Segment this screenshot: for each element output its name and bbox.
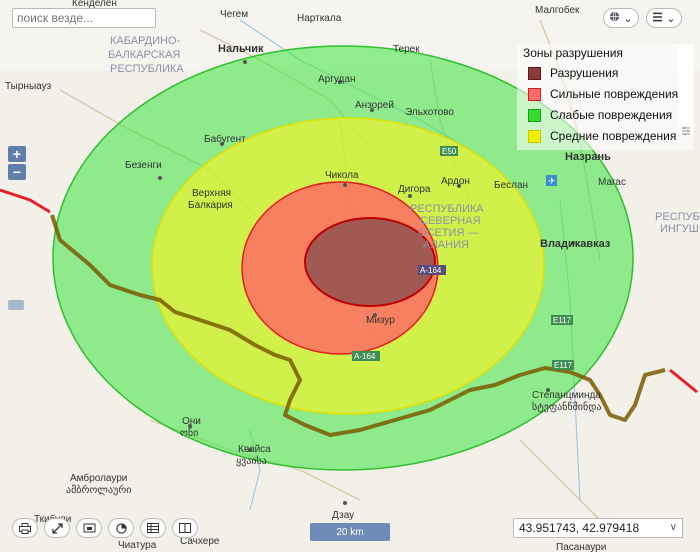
legend-swatch — [528, 129, 541, 143]
road-e117-south: E117 — [554, 361, 573, 370]
table-icon — [147, 523, 159, 533]
table-button[interactable] — [140, 518, 166, 538]
city-malgobek: Малгобек — [535, 4, 580, 16]
svg-text:✈: ✈ — [548, 177, 556, 187]
legend-item-weak: Слабые повреждения — [528, 106, 672, 124]
legend-label: Средние повреждения — [550, 129, 677, 143]
legend-item-destruction: Разрушения — [528, 64, 618, 82]
city-kvaisa-ka: ყვაისა — [236, 455, 267, 467]
side-panel-toggle[interactable] — [8, 300, 24, 310]
city-ambrolauri: Амбролаури — [70, 472, 127, 484]
pie-chart-icon — [115, 522, 127, 534]
city-terek: Терек — [393, 44, 420, 55]
scale-bar: 20 km — [310, 523, 390, 541]
legend-title: Зоны разрушения — [523, 46, 623, 60]
city-magas: Магас — [598, 177, 626, 188]
road-a164-south: A-164 — [354, 352, 376, 361]
screenshot-button[interactable] — [76, 518, 102, 538]
legend-swatch — [528, 87, 541, 101]
airport-icon: ✈ — [546, 175, 557, 187]
city-chegem: Чегем — [220, 9, 248, 20]
fullscreen-button[interactable] — [44, 518, 70, 538]
city-vladikavkaz: Владикавказ — [540, 238, 611, 250]
region-ingush-2: ИНГУШ — [660, 223, 699, 235]
city-vbalkaria-2: Балкария — [188, 200, 233, 211]
city-argudan: Аргудан — [318, 74, 355, 85]
region-ingush: РЕСПУБЛ — [655, 211, 700, 223]
bottom-toolbar — [12, 518, 198, 538]
split-icon — [179, 523, 191, 533]
zoom-out-button[interactable]: − — [8, 164, 26, 180]
legend-item-medium: Средние повреждения — [528, 127, 676, 145]
print-button[interactable] — [12, 518, 38, 538]
print-icon — [19, 522, 31, 534]
city-oni: Они — [182, 416, 201, 427]
city-vbalkaria: Верхняя — [192, 188, 231, 199]
city-digora: Дигора — [398, 184, 431, 195]
layers-menu-button[interactable]: ⌄ — [646, 8, 682, 28]
coordinates-select[interactable]: 43.951743, 42.979418 ∨ — [513, 518, 683, 538]
coordinates-value: 43.951743, 42.979418 — [519, 521, 640, 535]
city-tyrnyauz: Тырныауз — [5, 81, 52, 92]
city-nazran: Назрань — [565, 151, 611, 163]
region-rso-3: ОСЕТИЯ — — [418, 227, 478, 239]
legend-swatch — [528, 66, 541, 80]
city-chikola: Чикола — [325, 170, 359, 181]
legend-item-strong: Сильные повреждения — [528, 85, 678, 103]
region-kbr: КАБАРДИНО- — [110, 35, 181, 47]
city-dzau: Дзау — [332, 510, 354, 521]
city-pasanauri: Пасанаури — [556, 542, 606, 552]
zone-destruction[interactable] — [304, 217, 436, 307]
legend-label: Слабые повреждения — [550, 108, 673, 122]
city-beslan: Беслан — [494, 180, 528, 191]
city-stepantsminda-ka: სტეფანწმინდა — [532, 401, 601, 413]
region-rso: РЕСПУБЛИКА — [410, 203, 484, 215]
city-mizur: Мизур — [366, 315, 395, 326]
region-kbr-2: БАЛКАРСКАЯ — [108, 49, 180, 61]
zoom-in-button[interactable]: + — [8, 146, 26, 162]
expand-icon — [51, 522, 63, 534]
road-e50: E50 — [442, 147, 457, 156]
region-rso-4: АЛАНИЯ — [423, 239, 469, 251]
legend-swatch — [528, 108, 541, 122]
city-ambrolauri-ka: ამბროლაური — [66, 484, 131, 496]
legend-label: Сильные повреждения — [550, 87, 679, 101]
region-kbr-3: РЕСПУБЛИКА — [110, 63, 184, 75]
chart-button[interactable] — [108, 518, 134, 538]
search-box[interactable] — [12, 8, 157, 28]
city-nartkala: Нарткала — [297, 13, 342, 24]
city-babugent: Бабугент — [204, 133, 246, 145]
city-anzorey: Анзорей — [355, 100, 394, 111]
road-a164: A-164 — [420, 266, 442, 275]
legend-label: Разрушения — [550, 66, 619, 80]
globe-menu-button[interactable]: ⌄ — [603, 8, 639, 28]
city-oni-ka: ონი — [180, 427, 198, 439]
city-bezengi: Безенги — [125, 160, 162, 171]
city-kvaisa: Квайса — [238, 444, 271, 455]
city-elkhotovo: Эльхотово — [405, 107, 454, 118]
city-chiatura: Чиатура — [118, 540, 157, 551]
globe-icon — [609, 11, 620, 25]
road-e117: E117 — [553, 316, 572, 325]
chevron-down-icon: ⌄ — [623, 12, 633, 25]
legend: Зоны разрушения Разрушения Сильные повре… — [517, 44, 693, 150]
city-stepantsminda: Степанцминда — [532, 390, 601, 401]
city-ardon: Ардон — [441, 176, 470, 187]
chevron-down-icon: ⌄ — [666, 12, 676, 25]
menu-icon — [652, 12, 663, 25]
crop-icon — [83, 523, 95, 532]
split-view-button[interactable] — [172, 518, 198, 538]
region-rso-2: СЕВЕРНАЯ — [420, 215, 481, 227]
search-input[interactable] — [13, 9, 157, 27]
city-nalchik: Нальчик — [218, 43, 264, 55]
chevron-down-icon: ∨ — [669, 522, 677, 533]
